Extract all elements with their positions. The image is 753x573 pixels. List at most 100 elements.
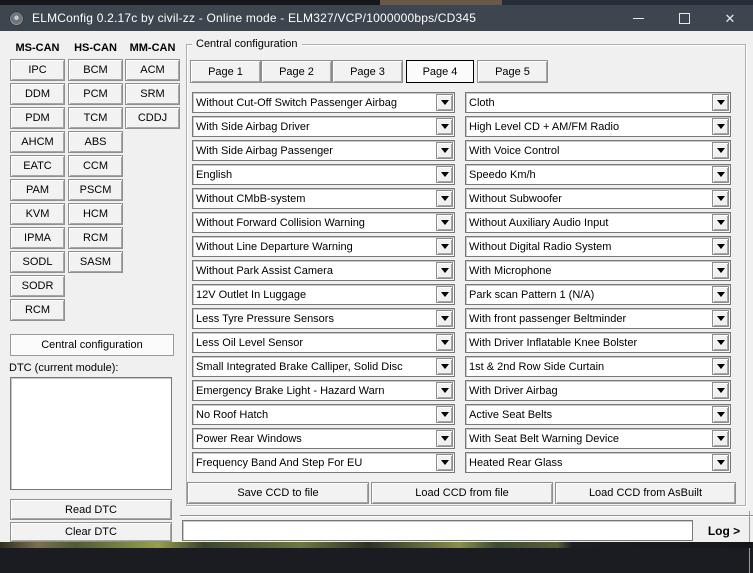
chevron-down-icon[interactable]: [712, 406, 729, 423]
chevron-down-icon[interactable]: [712, 454, 729, 471]
tab-page-2[interactable]: Page 2: [261, 60, 332, 83]
chevron-down-icon[interactable]: [712, 262, 729, 279]
dropdown-passenger-airbag-cutoff[interactable]: Without Cut-Off Switch Passenger Airbag: [192, 92, 455, 113]
dropdown-driver-airbag[interactable]: With Driver Airbag: [465, 380, 731, 401]
module-button-pam[interactable]: PAM: [10, 179, 65, 201]
module-button-abs[interactable]: ABS: [68, 131, 123, 153]
dropdown-radio-type[interactable]: High Level CD + AM/FM Radio: [465, 116, 731, 137]
dropdown-roof-hatch[interactable]: No Roof Hatch: [192, 404, 455, 425]
dropdown-forward-collision-warning[interactable]: Without Forward Collision Warning: [192, 212, 455, 233]
chevron-down-icon[interactable]: [436, 214, 453, 231]
chevron-down-icon[interactable]: [712, 94, 729, 111]
module-button-sasm[interactable]: SASM: [68, 251, 123, 273]
chevron-down-icon[interactable]: [712, 190, 729, 207]
dropdown-power-rear-windows[interactable]: Power Rear Windows: [192, 428, 455, 449]
dropdown-oil-level-sensor[interactable]: Less Oil Level Sensor: [192, 332, 455, 353]
module-button-kvm[interactable]: KVM: [10, 203, 65, 225]
module-button-sodl[interactable]: SODL: [10, 251, 65, 273]
chevron-down-icon[interactable]: [436, 94, 453, 111]
chevron-down-icon[interactable]: [436, 310, 453, 327]
module-button-ddm[interactable]: DDM: [10, 83, 65, 105]
central-configuration-view-button[interactable]: Central configuration: [10, 334, 174, 356]
dropdown-subwoofer[interactable]: Without Subwoofer: [465, 188, 731, 209]
chevron-down-icon[interactable]: [712, 382, 729, 399]
module-button-ccm[interactable]: CCM: [68, 155, 123, 177]
chevron-down-icon[interactable]: [436, 286, 453, 303]
dropdown-seat-material[interactable]: Cloth: [465, 92, 731, 113]
chevron-down-icon[interactable]: [712, 430, 729, 447]
dropdown-language[interactable]: English: [192, 164, 455, 185]
chevron-down-icon[interactable]: [712, 166, 729, 183]
dropdown-cmbb-system[interactable]: Without CMbB-system: [192, 188, 455, 209]
dropdown-beltminder[interactable]: With front passenger Beltminder: [465, 308, 731, 329]
dropdown-side-airbag-driver[interactable]: With Side Airbag Driver: [192, 116, 455, 137]
chevron-down-icon[interactable]: [436, 142, 453, 159]
module-button-bcm[interactable]: BCM: [68, 59, 123, 81]
chevron-down-icon[interactable]: [436, 382, 453, 399]
tab-page-3[interactable]: Page 3: [332, 60, 403, 83]
dropdown-side-curtain[interactable]: 1st & 2nd Row Side Curtain: [465, 356, 731, 377]
module-button-pdm[interactable]: PDM: [10, 107, 65, 129]
chevron-down-icon[interactable]: [712, 358, 729, 375]
dropdown-line-departure-warning[interactable]: Without Line Departure Warning: [192, 236, 455, 257]
module-button-srm[interactable]: SRM: [125, 83, 180, 105]
maximize-button[interactable]: [661, 5, 707, 31]
minimize-button[interactable]: [615, 5, 661, 31]
module-button-hcm[interactable]: HCM: [68, 203, 123, 225]
dropdown-knee-bolster[interactable]: With Driver Inflatable Knee Bolster: [465, 332, 731, 353]
dtc-list[interactable]: [10, 377, 172, 490]
chevron-down-icon[interactable]: [436, 430, 453, 447]
chevron-down-icon[interactable]: [712, 118, 729, 135]
chevron-down-icon[interactable]: [712, 334, 729, 351]
module-button-rcm-hs[interactable]: RCM: [68, 227, 123, 249]
chevron-down-icon[interactable]: [712, 238, 729, 255]
dropdown-frequency-band[interactable]: Frequency Band And Step For EU: [192, 452, 455, 473]
chevron-down-icon[interactable]: [712, 310, 729, 327]
chevron-down-icon[interactable]: [436, 334, 453, 351]
dropdown-seat-belt-warning[interactable]: With Seat Belt Warning Device: [465, 428, 731, 449]
tab-page-4-active[interactable]: Page 4: [406, 60, 474, 83]
load-ccd-asbuilt-button[interactable]: Load CCD from AsBuilt: [555, 482, 736, 504]
module-button-rcm-ms[interactable]: RCM: [10, 299, 65, 321]
clear-dtc-button[interactable]: Clear DTC: [10, 522, 172, 542]
close-button[interactable]: ✕: [707, 5, 753, 31]
chevron-down-icon[interactable]: [436, 190, 453, 207]
dropdown-emergency-brake-light[interactable]: Emergency Brake Light - Hazard Warn: [192, 380, 455, 401]
dropdown-speedo-units[interactable]: Speedo Km/h: [465, 164, 731, 185]
chevron-down-icon[interactable]: [712, 286, 729, 303]
dropdown-park-assist-camera[interactable]: Without Park Assist Camera: [192, 260, 455, 281]
load-ccd-file-button[interactable]: Load CCD from file: [371, 482, 553, 504]
read-dtc-button[interactable]: Read DTC: [10, 499, 172, 520]
module-button-ahcm[interactable]: AHCM: [10, 131, 65, 153]
chevron-down-icon[interactable]: [436, 406, 453, 423]
module-button-sodr[interactable]: SODR: [10, 275, 65, 297]
dropdown-seat-belts[interactable]: Active Seat Belts: [465, 404, 731, 425]
dropdown-tyre-pressure-sensors[interactable]: Less Tyre Pressure Sensors: [192, 308, 455, 329]
chevron-down-icon[interactable]: [436, 262, 453, 279]
dropdown-voice-control[interactable]: With Voice Control: [465, 140, 731, 161]
chevron-down-icon[interactable]: [436, 238, 453, 255]
command-input[interactable]: [182, 520, 693, 541]
chevron-down-icon[interactable]: [436, 454, 453, 471]
module-button-pscm[interactable]: PSCM: [68, 179, 123, 201]
dropdown-microphone[interactable]: With Microphone: [465, 260, 731, 281]
tab-page-5[interactable]: Page 5: [477, 60, 548, 83]
dropdown-digital-radio[interactable]: Without Digital Radio System: [465, 236, 731, 257]
chevron-down-icon[interactable]: [712, 142, 729, 159]
module-button-tcm[interactable]: TCM: [68, 107, 123, 129]
chevron-down-icon[interactable]: [436, 166, 453, 183]
tab-page-1[interactable]: Page 1: [190, 60, 261, 83]
module-button-pcm[interactable]: PCM: [68, 83, 123, 105]
chevron-down-icon[interactable]: [436, 358, 453, 375]
module-button-eatc[interactable]: EATC: [10, 155, 65, 177]
dropdown-12v-outlet[interactable]: 12V Outlet In Luggage: [192, 284, 455, 305]
log-toggle-button[interactable]: Log >: [700, 520, 748, 541]
dropdown-park-scan-pattern[interactable]: Park scan Pattern 1 (N/A): [465, 284, 731, 305]
module-button-cddj[interactable]: CDDJ: [125, 107, 180, 129]
save-ccd-button[interactable]: Save CCD to file: [187, 482, 369, 504]
dropdown-side-airbag-passenger[interactable]: With Side Airbag Passenger: [192, 140, 455, 161]
chevron-down-icon[interactable]: [712, 214, 729, 231]
module-button-ipc[interactable]: IPC: [10, 59, 65, 81]
dropdown-heated-rear-glass[interactable]: Heated Rear Glass: [465, 452, 731, 473]
module-button-ipma[interactable]: IPMA: [10, 227, 65, 249]
